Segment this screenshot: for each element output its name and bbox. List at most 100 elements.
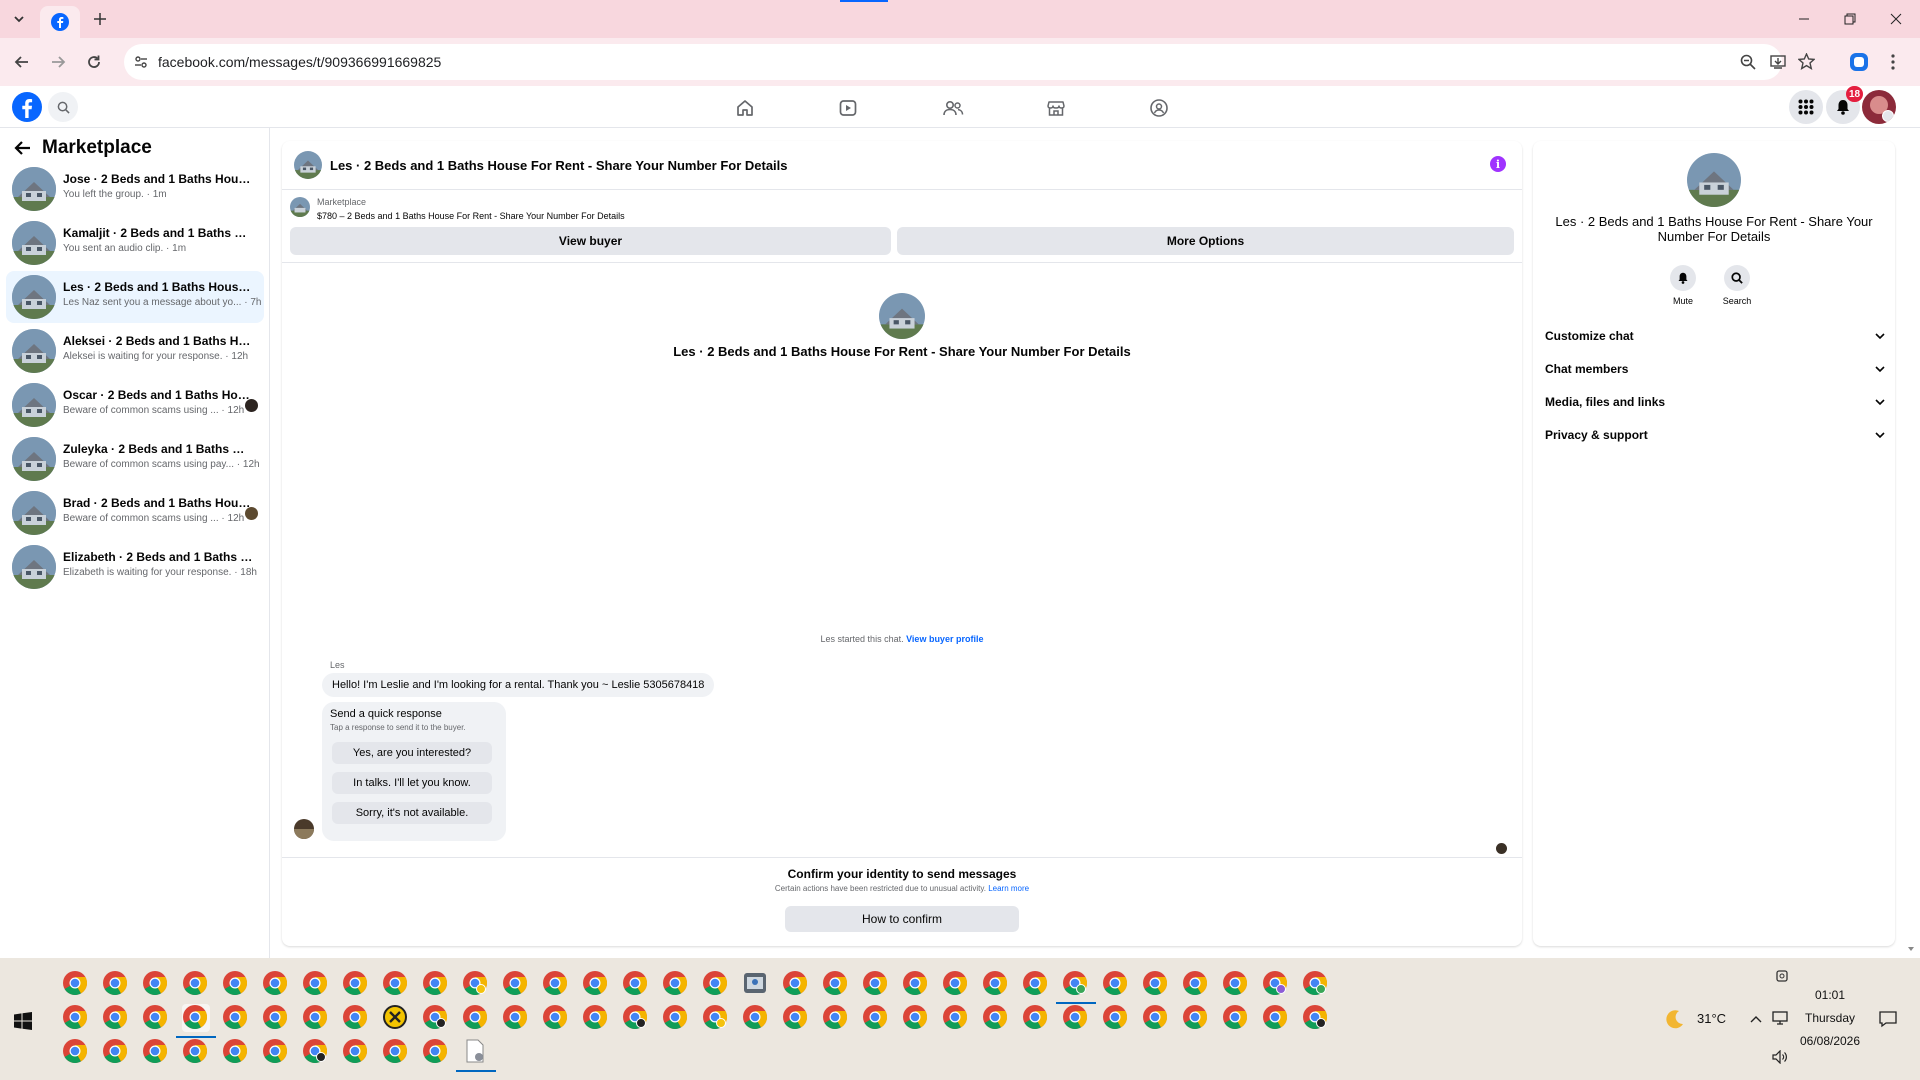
taskbar-app[interactable]: [142, 1004, 170, 1032]
notifications-button[interactable]: 18: [1826, 86, 1864, 124]
taskbar-app[interactable]: [662, 970, 690, 998]
weather-temperature[interactable]: 31°C: [1697, 1011, 1726, 1026]
taskbar-app[interactable]: [902, 970, 930, 998]
taskbar-app[interactable]: [1182, 970, 1210, 998]
learn-more-link[interactable]: Learn more: [988, 884, 1029, 893]
taskbar-app[interactable]: [382, 1004, 410, 1032]
taskbar-app[interactable]: [62, 970, 90, 998]
taskbar-app[interactable]: [382, 970, 410, 998]
conversation-item[interactable]: Kamaljit · 2 Beds and 1 Baths Hous... You…: [6, 217, 264, 269]
taskbar-app[interactable]: [182, 970, 210, 998]
conversation-item[interactable]: Zuleyka · 2 Beds and 1 Baths Hous... Bewa…: [6, 433, 264, 485]
forward-button[interactable]: [46, 50, 70, 74]
close-window-button[interactable]: [1878, 6, 1914, 32]
taskbar-app[interactable]: [1022, 970, 1050, 998]
taskbar-app[interactable]: [1262, 1004, 1290, 1032]
listing-detail[interactable]: $780 – 2 Beds and 1 Baths House For Rent…: [317, 211, 625, 221]
taskbar-app[interactable]: [1302, 970, 1330, 998]
minimize-button[interactable]: [1786, 6, 1822, 32]
conversation-item[interactable]: Brad · 2 Beds and 1 Baths House... Beware…: [6, 487, 264, 539]
bookmark-star-icon[interactable]: [1798, 53, 1815, 70]
taskbar-app[interactable]: [1102, 1004, 1130, 1032]
nav-video[interactable]: [834, 94, 862, 122]
tab-search-button[interactable]: [8, 8, 30, 30]
taskbar-app[interactable]: [622, 970, 650, 998]
details-section-customize-chat[interactable]: Customize chat: [1545, 329, 1885, 353]
reload-button[interactable]: [82, 50, 106, 74]
restore-button[interactable]: [1832, 6, 1868, 32]
clock-date[interactable]: 06/08/2026: [1796, 1034, 1864, 1048]
taskbar-app[interactable]: [62, 1038, 90, 1066]
zoom-icon[interactable]: [1740, 54, 1756, 70]
taskbar-app[interactable]: [62, 1004, 90, 1032]
taskbar-app[interactable]: [742, 970, 770, 998]
taskbar-app[interactable]: [262, 1038, 290, 1066]
taskbar-app[interactable]: [302, 1004, 330, 1032]
taskbar-app[interactable]: [542, 970, 570, 998]
conversation-item[interactable]: Les · 2 Beds and 1 Baths House For... Les…: [6, 271, 264, 323]
taskbar-app[interactable]: [822, 970, 850, 998]
clock-time[interactable]: 01:01: [1800, 988, 1860, 1002]
taskbar-app[interactable]: [102, 970, 130, 998]
facebook-logo[interactable]: [12, 92, 42, 122]
taskbar-app[interactable]: [422, 970, 450, 998]
details-section-privacy-support[interactable]: Privacy & support: [1545, 428, 1885, 452]
details-thumbnail[interactable]: [1687, 153, 1741, 207]
taskbar-app[interactable]: [222, 1038, 250, 1066]
taskbar-app[interactable]: [942, 970, 970, 998]
details-section-media-files-and-links[interactable]: Media, files and links: [1545, 395, 1885, 419]
taskbar-app[interactable]: [782, 970, 810, 998]
taskbar-app[interactable]: [582, 1004, 610, 1032]
message-bubble[interactable]: Hello! I'm Leslie and I'm looking for a …: [322, 673, 715, 697]
taskbar-app[interactable]: [1022, 1004, 1050, 1032]
taskbar-app[interactable]: [902, 1004, 930, 1032]
taskbar-app[interactable]: [1222, 970, 1250, 998]
taskbar-app[interactable]: [1142, 1004, 1170, 1032]
taskbar-app[interactable]: [502, 1004, 530, 1032]
page-scrollbar[interactable]: [1906, 944, 1916, 954]
taskbar-app[interactable]: [1056, 970, 1096, 1004]
nav-marketplace[interactable]: [1042, 94, 1070, 122]
meet-now-button[interactable]: [1774, 968, 1790, 984]
taskbar-app[interactable]: [422, 1004, 450, 1032]
taskbar-app[interactable]: [1142, 970, 1170, 998]
conversation-item[interactable]: Oscar · 2 Beds and 1 Baths Hous... Beware…: [6, 379, 264, 431]
taskbar-app[interactable]: [502, 970, 530, 998]
nav-friends[interactable]: [939, 94, 967, 122]
taskbar-app[interactable]: [782, 1004, 810, 1032]
conversation-info-button[interactable]: i: [1490, 156, 1506, 172]
view-buyer-button[interactable]: View buyer: [290, 227, 891, 255]
taskbar-app[interactable]: [222, 970, 250, 998]
taskbar-app[interactable]: [302, 970, 330, 998]
taskbar-app[interactable]: [176, 1004, 216, 1038]
taskbar-app[interactable]: [742, 1004, 770, 1032]
taskbar-app[interactable]: [462, 1004, 490, 1032]
menu-button[interactable]: [1789, 90, 1823, 124]
taskbar-app[interactable]: [342, 1004, 370, 1032]
how-to-confirm-button[interactable]: How to confirm: [785, 906, 1019, 932]
taskbar-app[interactable]: [142, 970, 170, 998]
taskbar-app[interactable]: [262, 970, 290, 998]
show-hidden-icons-button[interactable]: [1750, 1014, 1762, 1024]
start-button[interactable]: [14, 1012, 32, 1030]
taskbar-app[interactable]: [262, 1004, 290, 1032]
taskbar-app[interactable]: [982, 1004, 1010, 1032]
taskbar-app[interactable]: [342, 1038, 370, 1066]
taskbar-app[interactable]: [862, 970, 890, 998]
taskbar-app[interactable]: [382, 1038, 410, 1066]
view-buyer-profile-link[interactable]: View buyer profile: [906, 634, 983, 644]
volume-button[interactable]: [1772, 1050, 1788, 1064]
nav-home[interactable]: [731, 94, 759, 122]
chat-intro-thumbnail[interactable]: [879, 293, 925, 339]
install-app-icon[interactable]: [1770, 54, 1786, 70]
nav-groups[interactable]: [1145, 94, 1173, 122]
address-bar[interactable]: facebook.com/messages/t/909366991669825: [124, 44, 1815, 80]
taskbar-app[interactable]: [302, 1038, 330, 1066]
taskbar-app[interactable]: [862, 1004, 890, 1032]
taskbar-app[interactable]: [822, 1004, 850, 1032]
new-tab-button[interactable]: [89, 8, 111, 30]
back-button[interactable]: [10, 50, 34, 74]
conversation-item[interactable]: Jose · 2 Beds and 1 Baths House Fo... You…: [6, 163, 264, 215]
taskbar-app[interactable]: [1182, 1004, 1210, 1032]
taskbar-app[interactable]: [102, 1038, 130, 1066]
